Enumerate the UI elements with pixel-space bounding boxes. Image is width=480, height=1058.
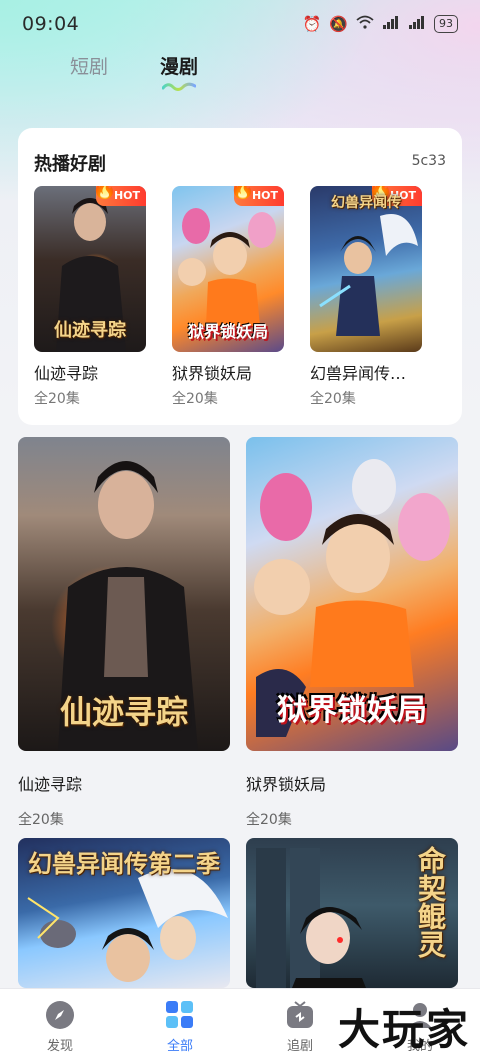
nav-label: 发现	[46, 1039, 73, 1054]
watermark-logo: 大玩家	[337, 1005, 470, 1054]
flame-icon: 🔥	[229, 186, 255, 200]
hot-item-name: 幻兽异闻传…	[310, 364, 407, 383]
status-bar: 09:04 ⏰ 🔕 93	[0, 0, 480, 48]
cover-title-text: 仙迹寻踪	[59, 693, 188, 731]
tab-short-drama[interactable]: 短剧	[70, 48, 108, 79]
grid-item[interactable]: 命契鲲灵	[246, 838, 458, 988]
cover-image: 命契鲲灵	[246, 838, 458, 988]
hot-item-name: 狱界锁妖局	[172, 364, 253, 383]
tab-comic-drama-label: 漫剧	[160, 56, 199, 78]
grid-item-episodes: 全20集	[246, 812, 292, 828]
compass-icon	[44, 999, 76, 1031]
hot-section: 热播好剧 5c33 🔥 HOT 仙迹寻踪 仙迹寻踪 全20集 🔥 HOT 狱界锁…	[18, 128, 462, 425]
cover-image: 🔥 HOT 幻兽异闻传	[310, 186, 422, 352]
nav-label: 追剧	[286, 1039, 313, 1054]
status-icons: ⏰ 🔕 93	[303, 15, 458, 33]
tab-active-indicator	[162, 82, 197, 91]
hot-item[interactable]: 🔥 HOT 仙迹寻踪 仙迹寻踪 全20集	[34, 186, 146, 408]
hot-section-count: 5c33	[411, 153, 446, 169]
tv-icon	[284, 999, 316, 1031]
cover-title-text: 仙迹寻踪	[54, 320, 126, 341]
grid-item-name: 仙迹寻踪	[18, 775, 83, 794]
nav-label: 全部	[166, 1039, 193, 1054]
cover-title-text: 命契鲲灵	[414, 846, 447, 958]
cover-image: 狱界锁妖局	[246, 437, 458, 751]
grid-item[interactable]: 狱界锁妖局 狱界锁妖局 全20集	[246, 437, 458, 829]
cover-image: 🔥 HOT 狱界锁妖局	[172, 186, 284, 352]
hot-item-episodes: 全20集	[310, 391, 356, 407]
nav-all[interactable]: 全部	[120, 989, 240, 1058]
flame-icon: 🔥	[91, 186, 117, 200]
signal-icon	[408, 15, 426, 33]
nav-discover[interactable]: 发现	[0, 989, 120, 1058]
battery-icon: 93	[434, 15, 458, 33]
hot-item-episodes: 全20集	[172, 391, 218, 407]
grid-item-name: 狱界锁妖局	[246, 775, 327, 794]
status-time: 09:04	[22, 13, 80, 35]
alarm-icon: ⏰	[302, 15, 322, 33]
top-tabs: 短剧 漫剧	[0, 48, 480, 100]
hot-item[interactable]: 🔥 HOT 幻兽异闻传 幻兽异闻传… 全20集	[310, 186, 422, 408]
signal-icon	[382, 15, 400, 33]
grid-item[interactable]: 仙迹寻踪 仙迹寻踪 全20集	[18, 437, 230, 829]
grid-icon	[164, 999, 196, 1031]
cover-title-text: 幻兽异闻传	[331, 195, 401, 211]
wifi-icon	[356, 15, 374, 33]
hot-badge: 🔥 HOT	[230, 186, 284, 206]
hot-section-title: 热播好剧	[34, 154, 106, 175]
hot-item[interactable]: 🔥 HOT 狱界锁妖局 狱界锁妖局 全20集	[172, 186, 284, 408]
mute-icon: 🔕	[329, 15, 348, 33]
cover-image: 仙迹寻踪	[18, 437, 230, 751]
hot-item-episodes: 全20集	[34, 391, 80, 407]
cover-title-text: 狱界锁妖局	[277, 693, 427, 728]
cover-image: 幻兽异闻传第二季	[18, 838, 230, 988]
grid-item-episodes: 全20集	[18, 812, 64, 828]
cover-image: 🔥 HOT 仙迹寻踪	[34, 186, 146, 352]
cover-title-text: 狱界锁妖局	[187, 322, 268, 341]
cover-title-text: 幻兽异闻传第二季	[28, 850, 220, 878]
grid-item[interactable]: 幻兽异闻传第二季	[18, 838, 230, 988]
tab-comic-drama[interactable]: 漫剧	[160, 48, 199, 91]
hot-badge: 🔥 HOT	[92, 186, 146, 206]
hot-item-name: 仙迹寻踪	[34, 364, 99, 383]
